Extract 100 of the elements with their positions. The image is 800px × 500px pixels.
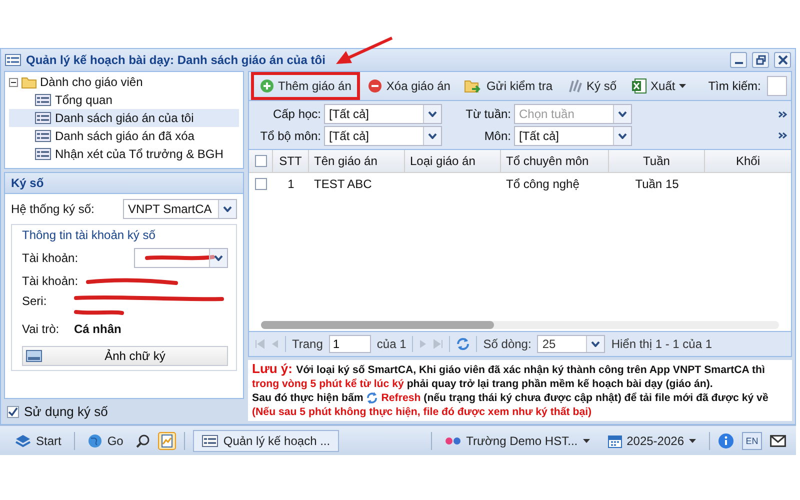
- tree-item[interactable]: Tổng quan: [9, 91, 239, 109]
- group-title: Thông tin tài khoản ký số: [22, 228, 156, 242]
- toolbar-button[interactable]: Ký số: [562, 75, 621, 97]
- caret-icon: [689, 438, 696, 442]
- column-header[interactable]: Tổ chuyên môn: [501, 150, 609, 172]
- refresh-icon: [366, 392, 378, 404]
- plus-icon: [260, 79, 274, 93]
- warning-text: (Nếu sau 5 phút không thực hiện, file đó được xem như ký thất bại): [252, 405, 593, 419]
- start-button[interactable]: Start: [10, 430, 66, 450]
- pen-icon: [566, 78, 582, 94]
- list-icon: [35, 112, 51, 124]
- tree-item[interactable]: Dành cho giáo viên: [40, 73, 143, 91]
- table-cell: 1: [288, 177, 294, 191]
- close-icon: [778, 55, 788, 65]
- restore-icon: [756, 55, 766, 65]
- field-label: Hệ thống ký số:: [11, 202, 96, 216]
- tree-item[interactable]: Danh sách giáo án đã xóa: [9, 127, 239, 145]
- note-text: Refresh (nếu trạng thái ký chưa được cập nhật) để tải file mới đã được ký về: [381, 391, 768, 405]
- toolbar-button[interactable]: Gửi kiểm tra: [460, 76, 556, 96]
- table-cell: Tuần 15: [635, 177, 679, 191]
- filter-label: Môn:: [483, 129, 511, 143]
- checkbox-label: Sử dụng ký số: [24, 404, 108, 419]
- toolbar-button[interactable]: Thêm giáo án: [253, 74, 358, 98]
- field-label: Seri:: [22, 294, 48, 308]
- collapse-icon[interactable]: [9, 78, 18, 86]
- info-icon[interactable]: [718, 432, 734, 448]
- signature-image-button[interactable]: Ảnh chữ ký: [22, 346, 228, 366]
- year-menu[interactable]: 2025-2026: [602, 430, 701, 450]
- caret-icon: [679, 84, 686, 88]
- panel-title: Ký số: [11, 176, 44, 190]
- page-label: Trang: [292, 337, 323, 351]
- system-select[interactable]: VNPT SmartCA: [123, 199, 237, 219]
- column-header[interactable]: Tuần: [609, 150, 705, 172]
- refresh-icon[interactable]: [456, 337, 470, 351]
- table-cell: TEST ABC: [314, 177, 372, 191]
- horizontal-scrollbar[interactable]: [261, 321, 779, 329]
- filter-select[interactable]: [Tất cả]: [324, 126, 442, 146]
- caret-icon: [582, 438, 590, 442]
- pager-summary: Hiển thị 1 - 1 của 1: [611, 337, 712, 351]
- column-header[interactable]: Loại giáo án: [405, 150, 501, 172]
- minus-icon: [368, 79, 382, 93]
- header-checkbox[interactable]: [254, 155, 266, 167]
- caret-icon: [591, 341, 600, 347]
- taskbar-window-button[interactable]: Quản lý kế hoạch ...: [193, 430, 340, 452]
- row-checkbox[interactable]: [255, 178, 267, 190]
- minimize-button[interactable]: [730, 52, 747, 68]
- filter-label: Cấp học:: [272, 107, 321, 121]
- rows-label: Số dòng:: [483, 337, 532, 351]
- note-text: Sau đó thực hiện bấm: [252, 391, 364, 405]
- filter-select[interactable]: [Tất cả]: [514, 126, 632, 146]
- folder-arrow-icon: [464, 79, 482, 93]
- calendar-icon: [608, 434, 622, 448]
- go-button[interactable]: Go: [83, 430, 128, 450]
- expand-icon[interactable]: [778, 111, 787, 118]
- field-label: Tài khoản:: [22, 274, 78, 288]
- redaction-mark: [145, 254, 215, 262]
- column-header[interactable]: Khối: [705, 150, 791, 172]
- clipboard-chart-icon[interactable]: [158, 432, 176, 450]
- language-button[interactable]: EN: [742, 432, 762, 450]
- filter-label: Từ tuần:: [464, 107, 511, 121]
- caret-icon: [428, 133, 437, 139]
- toolbar-button[interactable]: Xóa giáo án: [364, 76, 454, 96]
- field-label: Tài khoản:: [22, 251, 80, 265]
- image-icon: [26, 350, 42, 362]
- column-header[interactable]: Tên giáo án: [309, 150, 405, 172]
- globe-icon: [88, 434, 102, 448]
- window-icon: [5, 54, 21, 66]
- list-icon: [35, 148, 51, 160]
- mail-icon[interactable]: [770, 434, 786, 446]
- caret-icon: [214, 255, 223, 261]
- tree-item[interactable]: Nhận xét của Tổ trưởng & BGH: [9, 145, 239, 163]
- window-icon: [202, 434, 218, 446]
- window-title: Quản lý kế hoạch bài dạy: Danh sách giáo án của tôi: [26, 53, 326, 67]
- search-field[interactable]: [766, 76, 787, 96]
- caret-icon: [618, 133, 627, 139]
- search-label: Tìm kiếm:: [708, 79, 761, 93]
- field-label: Vai trò:: [22, 322, 60, 336]
- filter-label: Tổ bộ môn:: [259, 129, 321, 143]
- tree-item[interactable]: Danh sách giáo án của tôi: [9, 109, 239, 127]
- spreadsheet-icon: [630, 78, 647, 94]
- checkbox[interactable]: [7, 406, 19, 418]
- folder-icon: [21, 76, 37, 88]
- minimize-icon: [734, 62, 742, 64]
- expand-icon[interactable]: [778, 132, 787, 139]
- toolbar-button[interactable]: Xuất: [626, 75, 690, 97]
- role-value: Cá nhân: [74, 322, 122, 336]
- caret-icon: [428, 111, 437, 117]
- column-header[interactable]: STT: [273, 150, 309, 172]
- list-icon: [35, 130, 51, 142]
- restore-button[interactable]: [752, 52, 769, 68]
- filter-select[interactable]: [Tất cả]: [324, 104, 442, 124]
- close-button[interactable]: [774, 52, 791, 68]
- caret-icon: [618, 111, 627, 117]
- search-icon[interactable]: [136, 434, 150, 448]
- school-menu[interactable]: Trường Demo HST...: [440, 430, 595, 450]
- page-field[interactable]: 1: [328, 335, 371, 353]
- page-count: của 1: [376, 337, 406, 351]
- dots-icon: [445, 436, 462, 444]
- account-select[interactable]: [134, 248, 228, 268]
- rows-select[interactable]: 25: [537, 335, 606, 353]
